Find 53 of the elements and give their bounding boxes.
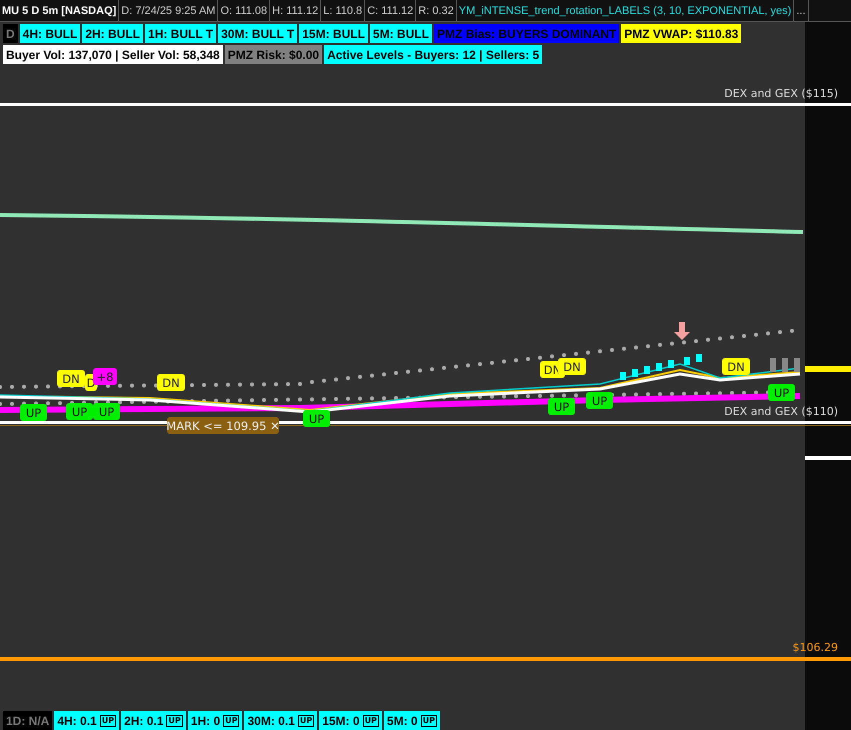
direction-badge: UP [298,714,314,726]
quote-field: R: 0.32 [416,0,457,21]
label-text: 15M: 0 [322,714,360,728]
quote-field: D: 7/24/25 9:25 AM [119,0,218,21]
down-arrow-icon [674,322,690,340]
mark-price-label: MARK <= 109.95 ✕ [166,417,280,434]
status-label: Active Levels - Buyers: 12 | Sellers: 5 [324,45,542,64]
price-marker [805,366,851,372]
signal-label: UP [93,403,120,420]
status-label: 2H: BULL [82,24,144,43]
status-label: PMZ Bias: BUYERS DOMINANT [434,24,620,43]
direction-badge: UP [362,714,379,726]
label-text: 4H: 0.1 [57,714,97,728]
label-text: 1H: 0 [190,714,220,728]
status-label: D [3,24,18,43]
quote-field: H: 111.12 [270,0,322,21]
price-level-label: DEX and GEX ($115) [724,87,838,100]
signal-label: DN [722,358,750,375]
signal-label: DN [57,370,85,387]
status-label: 1H: BULL T [145,24,216,43]
status-label: 15M: BULL [299,24,368,43]
signal-label: DN [558,358,586,375]
price-level-label: $106.29 [792,641,838,654]
status-label: 5M: BULL [370,24,432,43]
quote-field: O: 111.08 [218,0,270,21]
label-text: 1D: N/A [6,714,50,728]
count-label: +8 [93,368,117,385]
direction-badge: UP [223,714,240,726]
status-label: 4H: BULL [20,24,80,43]
status-label: Buyer Vol: 137,070 | Seller Vol: 58,348 [3,45,223,64]
quote-field: C: 111.12 [365,0,416,21]
signal-label: UP [303,410,330,427]
signal-label: UP [768,384,795,401]
label-text: 30M: 0.1 [247,714,295,728]
price-level-label: DEX and GEX ($110) [724,405,838,418]
signal-label: UP [586,392,613,409]
direction-badge: UP [420,714,437,726]
status-label: 30M: BULL T [218,24,298,43]
label-text: 5M: 0 [386,714,418,728]
signal-label: UP [20,404,47,421]
direction-badge: UP [100,714,116,726]
more-text: ... [794,0,808,21]
symbol-title: MU 5 D 5m [NASDAQ] [0,0,120,21]
direction-badge: UP [166,714,183,726]
signal-label: UP [548,398,575,415]
price-marker [805,456,851,460]
quote-field: L: 110.8 [321,0,366,21]
signal-label: DN [157,374,185,391]
status-label: PMZ VWAP: $110.83 [621,24,742,43]
status-label: PMZ Risk: $0.00 [224,45,322,64]
study-name: YM_iNTENSE_trend_rotation_LABELS (3, 10, EXPONENTIAL, yes) [456,0,794,21]
label-text: 2H: 0.1 [124,714,164,728]
signal-label: UP [66,403,93,420]
